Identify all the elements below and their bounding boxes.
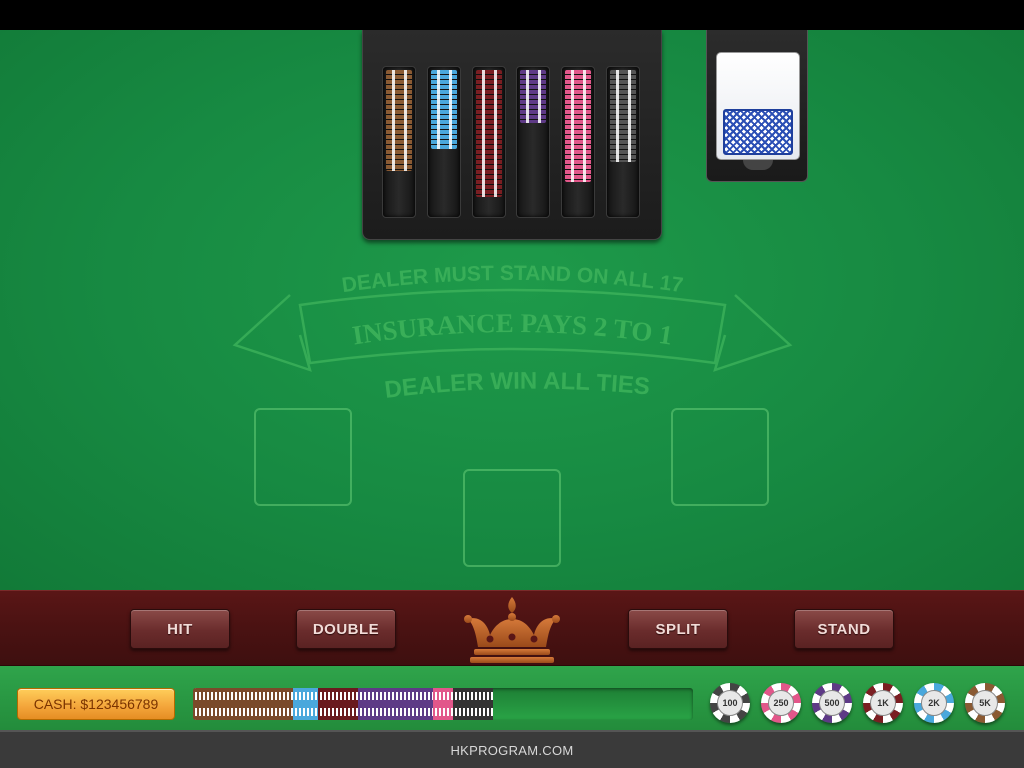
svg-text:INSURANCE PAYS 2 TO 1: INSURANCE PAYS 2 TO 1: [350, 308, 675, 351]
crown-icon: [464, 597, 560, 663]
tray-slot-light-blue: [427, 66, 461, 218]
rule-text-top: DEALER MUST STAND ON ALL 17: [340, 262, 684, 297]
hit-button[interactable]: HIT: [130, 609, 230, 649]
chip-label: 250: [768, 690, 794, 716]
chip-button-1K[interactable]: 1K: [863, 683, 903, 723]
svg-text:DEALER WIN ALL TIES: DEALER WIN ALL TIES: [383, 368, 651, 404]
chip-label: 5K: [972, 690, 998, 716]
chip-tray: [362, 30, 662, 240]
chip-button-2K[interactable]: 2K: [914, 683, 954, 723]
bet-segment-brown: [193, 688, 293, 720]
double-button[interactable]: DOUBLE: [296, 609, 396, 649]
tray-slot-brown: [382, 66, 416, 218]
action-bar: HIT DOUBLE SPLIT STAND: [0, 590, 1024, 666]
top-bar: [0, 0, 1024, 30]
insurance-banner-text: INSURANCE PAYS 2 TO 1: [350, 308, 675, 351]
bet-segment-pink: [433, 688, 453, 720]
cash-display: CASH: $123456789: [17, 688, 175, 720]
chip-label: 100: [717, 690, 743, 716]
bet-bar[interactable]: [193, 688, 693, 720]
tray-slot-gray: [606, 66, 640, 218]
chip-button-500[interactable]: 500: [812, 683, 852, 723]
card-back: [723, 109, 793, 155]
rule-text-bottom: DEALER WIN ALL TIES: [383, 368, 651, 404]
chip-label: 500: [819, 690, 845, 716]
chip-button-100[interactable]: 100: [710, 683, 750, 723]
footer: HKPROGRAM.COM: [0, 730, 1024, 768]
chip-stack-gray: [610, 70, 636, 162]
card-shoe: [706, 30, 808, 182]
bet-segment-purple: [358, 688, 433, 720]
chip-label: 2K: [921, 690, 947, 716]
chip-stack-brown: [386, 70, 412, 171]
chip-stack-light-blue: [431, 70, 457, 149]
chip-label: 1K: [870, 690, 896, 716]
shoe-card: [716, 52, 800, 160]
bet-box-right[interactable]: [671, 408, 769, 506]
split-button[interactable]: SPLIT: [628, 609, 728, 649]
tray-slot-pink: [561, 66, 595, 218]
bet-segment-light-blue: [293, 688, 318, 720]
chip-stack-purple: [520, 70, 546, 123]
chip-button-250[interactable]: 250: [761, 683, 801, 723]
bet-segment-dark: [453, 688, 493, 720]
bet-box-left[interactable]: [254, 408, 352, 506]
bet-segment-maroon: [318, 688, 358, 720]
shoe-lip: [743, 160, 773, 170]
chip-stack-maroon: [476, 70, 502, 197]
tray-slot-maroon: [472, 66, 506, 218]
chip-button-5K[interactable]: 5K: [965, 683, 1005, 723]
svg-text:DEALER MUST STAND ON ALL 17: DEALER MUST STAND ON ALL 17: [340, 262, 684, 297]
bottom-bar: CASH: $123456789 100 250 500 1K 2K 5K: [0, 666, 1024, 730]
tray-slot-purple: [516, 66, 550, 218]
stand-button[interactable]: STAND: [794, 609, 894, 649]
bet-box-center[interactable]: [463, 469, 561, 567]
table-rules-text: DEALER MUST STAND ON ALL 17 INSURANCE PA…: [230, 255, 795, 415]
chip-stack-pink: [565, 70, 591, 182]
